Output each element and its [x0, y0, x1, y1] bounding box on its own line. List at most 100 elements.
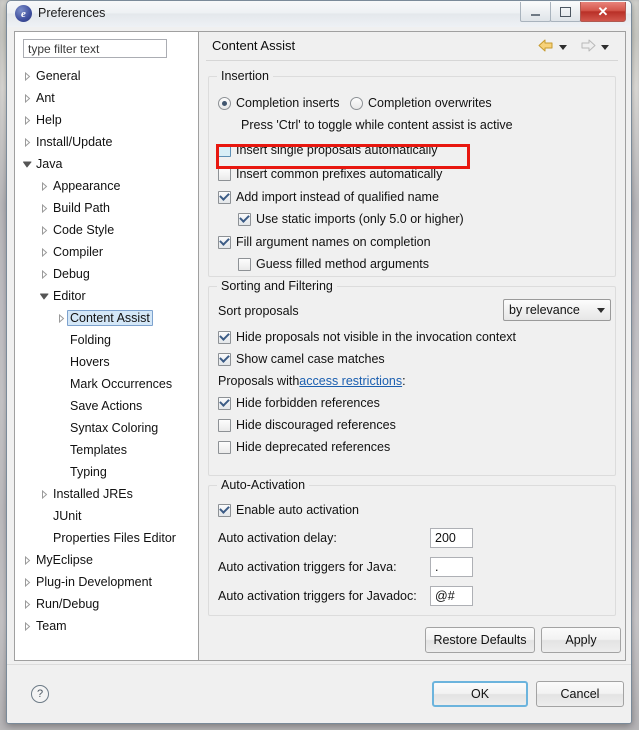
- fill-argument-names-checkbox[interactable]: [218, 236, 231, 249]
- hide-forbidden-checkbox[interactable]: [218, 397, 231, 410]
- back-arrow-icon[interactable]: [538, 39, 554, 55]
- chevron-right-icon[interactable]: [38, 241, 50, 263]
- forward-dropdown-caret[interactable]: [601, 45, 609, 50]
- completion-overwrites-radio-row[interactable]: Completion overwrites: [350, 96, 492, 110]
- chevron-right-icon[interactable]: [21, 109, 33, 131]
- sidebar-item-content-assist[interactable]: Content Assist: [15, 307, 196, 329]
- chevron-right-icon[interactable]: [21, 593, 33, 615]
- sidebar-item-label: MyEclipse: [33, 552, 96, 568]
- back-dropdown-caret[interactable]: [559, 45, 567, 50]
- restore-defaults-button[interactable]: Restore Defaults: [425, 627, 535, 653]
- completion-inserts-radio-row[interactable]: Completion inserts: [218, 96, 340, 110]
- chevron-right-icon[interactable]: [38, 175, 50, 197]
- add-import-row[interactable]: Add import instead of qualified name: [218, 190, 439, 204]
- sidebar-item-build-path[interactable]: Build Path: [15, 197, 196, 219]
- completion-overwrites-radio[interactable]: [350, 97, 363, 110]
- enable-auto-activation-checkbox[interactable]: [218, 504, 231, 517]
- chevron-right-icon[interactable]: [21, 65, 33, 87]
- forward-navigation[interactable]: [580, 39, 609, 55]
- insert-single-proposals-checkbox[interactable]: [218, 144, 231, 157]
- cancel-button[interactable]: Cancel: [536, 681, 624, 707]
- sidebar-item-debug[interactable]: Debug: [15, 263, 196, 285]
- hide-deprecated-checkbox[interactable]: [218, 441, 231, 454]
- insert-single-proposals-row[interactable]: Insert single proposals automatically: [218, 143, 438, 157]
- hide-forbidden-row[interactable]: Hide forbidden references: [218, 396, 380, 410]
- forward-arrow-icon[interactable]: [580, 39, 596, 55]
- use-static-imports-checkbox[interactable]: [238, 213, 251, 226]
- sidebar-item-ant[interactable]: Ant: [15, 87, 196, 109]
- add-import-checkbox[interactable]: [218, 191, 231, 204]
- chevron-down-icon[interactable]: [597, 308, 605, 313]
- chevron-right-icon[interactable]: [38, 219, 50, 241]
- chevron-down-icon[interactable]: [21, 153, 33, 175]
- chevron-right-icon[interactable]: [55, 307, 67, 329]
- sidebar-item-hovers[interactable]: Hovers: [15, 351, 196, 373]
- sidebar-item-compiler[interactable]: Compiler: [15, 241, 196, 263]
- close-button[interactable]: ✕: [580, 2, 626, 22]
- chevron-right-icon[interactable]: [38, 263, 50, 285]
- dialog-footer: ? OK Cancel: [7, 664, 631, 724]
- sidebar-item-syntax-coloring[interactable]: Syntax Coloring: [15, 417, 196, 439]
- chevron-right-icon[interactable]: [21, 549, 33, 571]
- apply-button[interactable]: Apply: [541, 627, 621, 653]
- auto-activation-java-input[interactable]: [430, 557, 473, 577]
- sidebar-item-label: Code Style: [50, 222, 117, 238]
- guess-filled-method-arguments-checkbox[interactable]: [238, 258, 251, 271]
- sidebar-item-plug-in-development[interactable]: Plug-in Development: [15, 571, 196, 593]
- search-input[interactable]: [23, 39, 167, 58]
- hide-discouraged-row[interactable]: Hide discouraged references: [218, 418, 396, 432]
- sidebar-item-general[interactable]: General: [15, 65, 196, 87]
- sidebar-item-appearance[interactable]: Appearance: [15, 175, 196, 197]
- sidebar-item-code-style[interactable]: Code Style: [15, 219, 196, 241]
- back-navigation[interactable]: [538, 39, 567, 55]
- sidebar-item-folding[interactable]: Folding: [15, 329, 196, 351]
- show-camel-case-checkbox[interactable]: [218, 353, 231, 366]
- chevron-down-icon[interactable]: [38, 285, 50, 307]
- sidebar-item-templates[interactable]: Templates: [15, 439, 196, 461]
- sidebar-item-myeclipse[interactable]: MyEclipse: [15, 549, 196, 571]
- sidebar-item-label: Hovers: [67, 354, 113, 370]
- show-camel-case-row[interactable]: Show camel case matches: [218, 352, 385, 366]
- sidebar-item-install-update[interactable]: Install/Update: [15, 131, 196, 153]
- insert-common-prefixes-checkbox[interactable]: [218, 168, 231, 181]
- fill-argument-names-row[interactable]: Fill argument names on completion: [218, 235, 431, 249]
- page-header: Content Assist: [199, 32, 625, 60]
- sidebar-item-junit[interactable]: JUnit: [15, 505, 196, 527]
- completion-overwrites-label: Completion overwrites: [368, 96, 492, 110]
- chevron-right-icon[interactable]: [38, 483, 50, 505]
- sidebar-item-installed-jres[interactable]: Installed JREs: [15, 483, 196, 505]
- chevron-right-icon[interactable]: [38, 197, 50, 219]
- sidebar-item-java[interactable]: Java: [15, 153, 196, 175]
- hide-not-visible-checkbox[interactable]: [218, 331, 231, 344]
- chevron-right-icon[interactable]: [21, 87, 33, 109]
- use-static-imports-row[interactable]: Use static imports (only 5.0 or higher): [238, 212, 464, 226]
- maximize-button[interactable]: [550, 2, 581, 22]
- auto-activation-javadoc-input[interactable]: [430, 586, 473, 606]
- sidebar-item-typing[interactable]: Typing: [15, 461, 196, 483]
- ok-button[interactable]: OK: [432, 681, 528, 707]
- hide-not-visible-row[interactable]: Hide proposals not visible in the invoca…: [218, 330, 516, 344]
- help-icon[interactable]: ?: [31, 685, 49, 703]
- sidebar-item-team[interactable]: Team: [15, 615, 196, 637]
- auto-activation-group-title: Auto-Activation: [217, 478, 309, 492]
- sidebar-item-help[interactable]: Help: [15, 109, 196, 131]
- hide-discouraged-checkbox[interactable]: [218, 419, 231, 432]
- enable-auto-activation-row[interactable]: Enable auto activation: [218, 503, 359, 517]
- sidebar-item-editor[interactable]: Editor: [15, 285, 196, 307]
- content-assist-page: Content Assist Insertion: [198, 31, 626, 661]
- sidebar-item-save-actions[interactable]: Save Actions: [15, 395, 196, 417]
- hide-deprecated-row[interactable]: Hide deprecated references: [218, 440, 390, 454]
- insert-common-prefixes-row[interactable]: Insert common prefixes automatically: [218, 167, 442, 181]
- minimize-button[interactable]: [520, 2, 551, 22]
- chevron-right-icon[interactable]: [21, 615, 33, 637]
- sort-proposals-select[interactable]: by relevance: [503, 299, 611, 321]
- sidebar-item-properties-files-editor[interactable]: Properties Files Editor: [15, 527, 196, 549]
- sidebar-item-mark-occurrences[interactable]: Mark Occurrences: [15, 373, 196, 395]
- chevron-right-icon[interactable]: [21, 571, 33, 593]
- sidebar-item-run-debug[interactable]: Run/Debug: [15, 593, 196, 615]
- completion-inserts-radio[interactable]: [218, 97, 231, 110]
- access-restrictions-link[interactable]: access restrictions: [299, 374, 402, 388]
- guess-filled-method-arguments-row[interactable]: Guess filled method arguments: [238, 257, 429, 271]
- auto-activation-delay-input[interactable]: [430, 528, 473, 548]
- chevron-right-icon[interactable]: [21, 131, 33, 153]
